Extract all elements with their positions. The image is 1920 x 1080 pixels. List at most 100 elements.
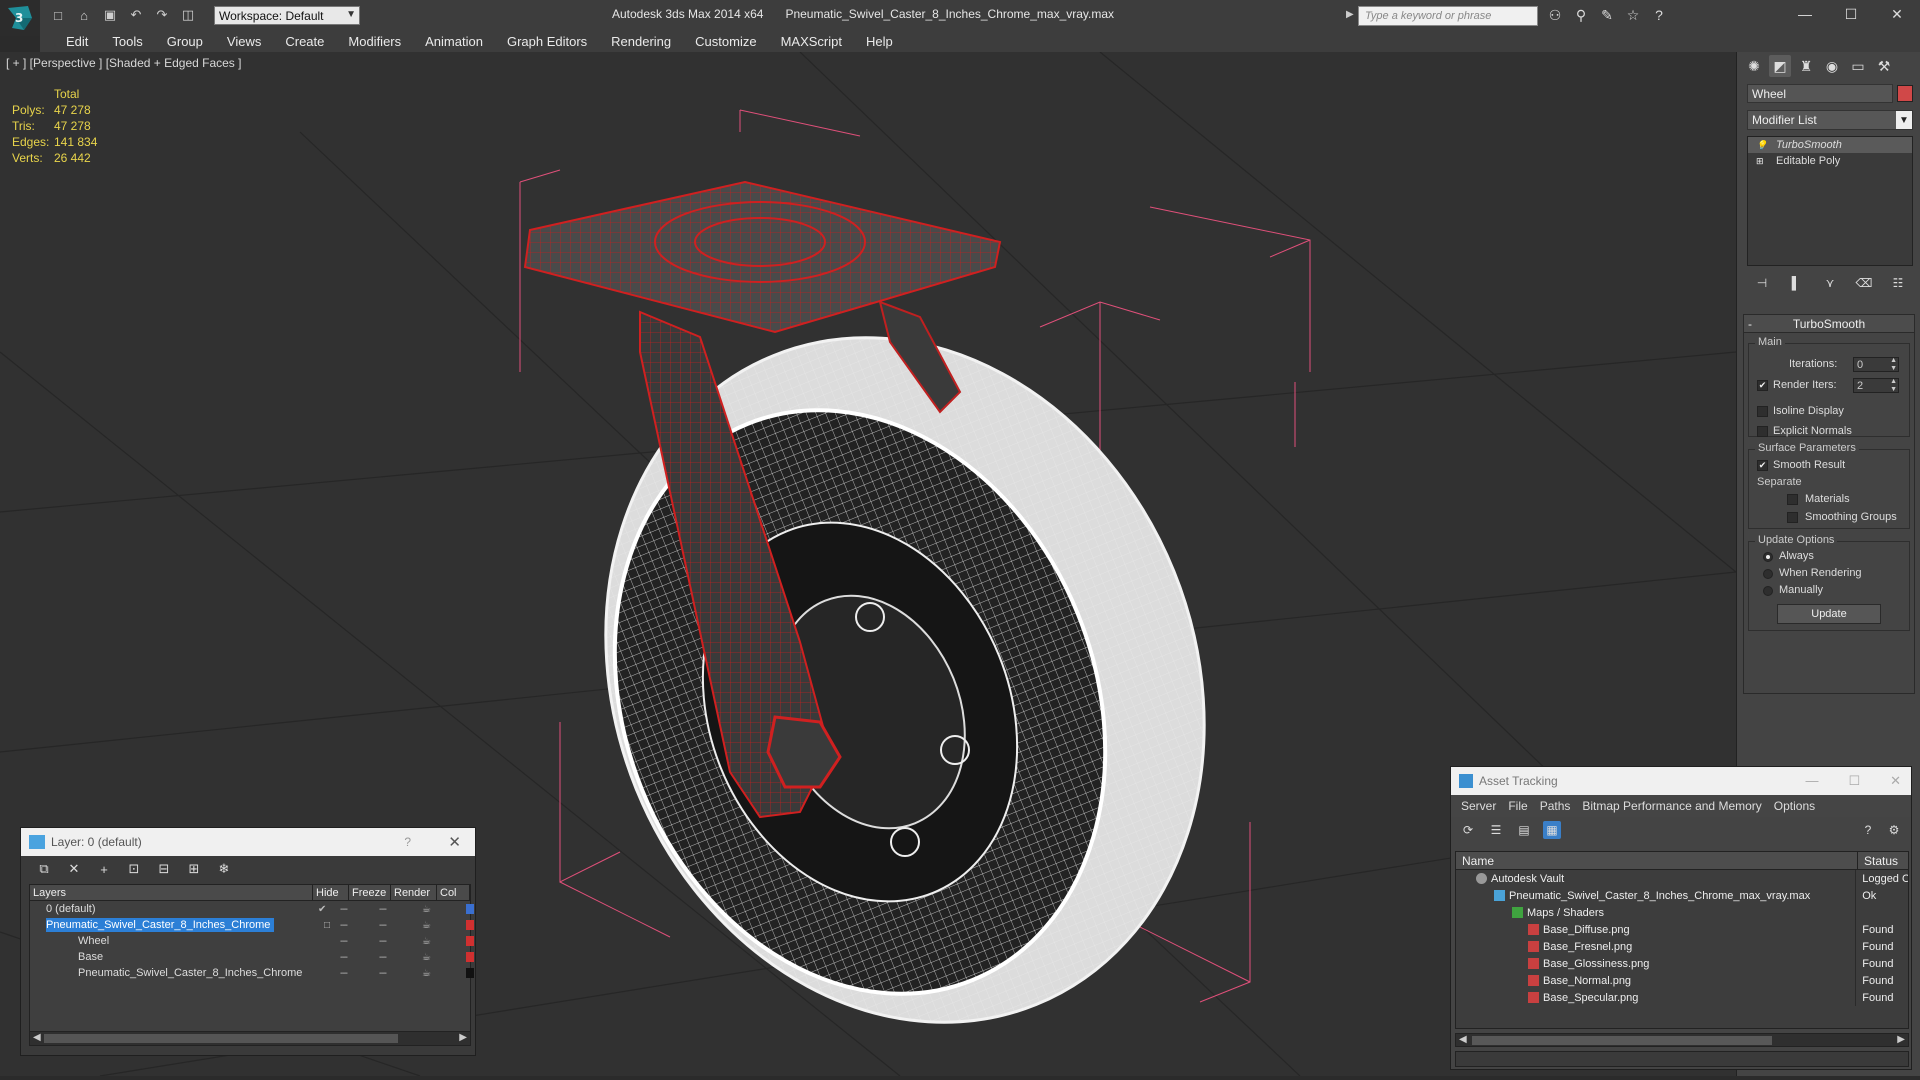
render-teapot-icon[interactable]: ☕ (422, 968, 431, 979)
select-objects-icon[interactable]: ⊡ (125, 860, 143, 878)
stack-item-editable-poly[interactable]: ⊞ Editable Poly (1748, 153, 1912, 169)
menu-group[interactable]: Group (155, 34, 215, 49)
scroll-right-icon[interactable]: ▶ (1897, 1034, 1905, 1045)
bulb-icon[interactable]: 💡 (1756, 140, 1768, 151)
layer-color-swatch[interactable] (466, 968, 474, 978)
close-icon[interactable]: ✕ (1874, 0, 1920, 28)
show-end-result-icon[interactable]: ▌ (1787, 274, 1805, 292)
communication-icon[interactable]: ✎ (1598, 6, 1616, 24)
column-layers[interactable]: Layers (30, 885, 313, 900)
project-folder-icon[interactable]: ◫ (178, 6, 198, 24)
layer-color-swatch[interactable] (466, 952, 474, 962)
explicit-normals-checkbox[interactable] (1757, 426, 1768, 437)
freeze-toggle[interactable]: --- (379, 968, 387, 979)
freeze-toggle[interactable]: --- (379, 952, 387, 963)
scroll-right-icon[interactable]: ▶ (459, 1032, 467, 1043)
smooth-result-checkbox[interactable]: ✔ (1757, 460, 1768, 471)
maximize-icon[interactable]: ☐ (1848, 773, 1860, 789)
scroll-left-icon[interactable]: ◀ (33, 1032, 41, 1043)
expand-plus-icon[interactable]: ⊞ (1756, 156, 1768, 167)
asset-menu-server[interactable]: Server (1455, 799, 1502, 813)
column-hide[interactable]: Hide (313, 885, 349, 900)
asset-menu-bitmap-performance[interactable]: Bitmap Performance and Memory (1576, 799, 1767, 813)
object-color-swatch[interactable] (1897, 85, 1913, 102)
menu-edit[interactable]: Edit (54, 34, 100, 49)
display-tab-icon[interactable]: ▭ (1847, 55, 1869, 77)
remove-modifier-icon[interactable]: ⌫ (1855, 274, 1873, 292)
asset-menu-file[interactable]: File (1502, 799, 1533, 813)
asset-row[interactable]: Maps / Shaders (1456, 904, 1908, 921)
menu-customize[interactable]: Customize (683, 34, 768, 49)
asset-row[interactable]: Base_Diffuse.png Found (1456, 921, 1908, 938)
menu-help[interactable]: Help (854, 34, 905, 49)
scrollbar-thumb[interactable] (1472, 1036, 1772, 1045)
layer-row[interactable]: Wheel --- --- ☕ (30, 933, 474, 949)
hierarchy-tab-icon[interactable]: ♜ (1795, 55, 1817, 77)
configure-sets-icon[interactable]: ☷ (1889, 274, 1907, 292)
close-icon[interactable]: ✕ (1890, 773, 1901, 789)
menu-rendering[interactable]: Rendering (599, 34, 683, 49)
minimize-icon[interactable]: — (1805, 773, 1818, 789)
freeze-toggle[interactable]: --- (379, 920, 387, 931)
motion-tab-icon[interactable]: ◉ (1821, 55, 1843, 77)
hide-all-icon[interactable]: ⊞ (185, 860, 203, 878)
new-file-icon[interactable]: □ (48, 6, 68, 24)
menu-create[interactable]: Create (273, 34, 336, 49)
layer-row[interactable]: Pneumatic_Swivel_Caster_8_Inches_Chrome … (30, 917, 474, 933)
active-check-icon[interactable]: ✔ (318, 904, 326, 915)
settings-icon[interactable]: ⚙ (1885, 821, 1903, 839)
menu-graph-editors[interactable]: Graph Editors (495, 34, 599, 49)
render-teapot-icon[interactable]: ☕ (422, 952, 431, 963)
undo-icon[interactable]: ↶ (126, 6, 146, 24)
hide-toggle[interactable]: --- (340, 920, 348, 931)
update-manually-radio[interactable] (1763, 586, 1773, 596)
help-icon[interactable]: ? (404, 835, 411, 849)
viewport-label[interactable]: [ + ] [Perspective ] [Shaded + Edged Fac… (6, 56, 241, 70)
update-always-radio[interactable] (1763, 552, 1773, 562)
column-render[interactable]: Render (391, 885, 437, 900)
save-icon[interactable]: ▣ (100, 6, 120, 24)
open-file-icon[interactable]: ⌂ (74, 6, 94, 24)
column-color[interactable]: Col (437, 885, 470, 900)
modify-tab-icon[interactable]: ◩ (1769, 55, 1791, 77)
rollout-header[interactable]: - TurboSmooth (1744, 315, 1914, 333)
asset-row[interactable]: Base_Normal.png Found (1456, 972, 1908, 989)
hide-toggle[interactable]: --- (340, 968, 348, 979)
spinner-arrows-icon[interactable]: ▲ ▼ (1890, 357, 1897, 373)
materials-checkbox[interactable] (1787, 494, 1798, 505)
isoline-display-checkbox[interactable] (1757, 406, 1768, 417)
asset-menu-options[interactable]: Options (1768, 799, 1821, 813)
asset-row[interactable]: Pneumatic_Swivel_Caster_8_Inches_Chrome_… (1456, 887, 1908, 904)
help-icon[interactable]: ? (1859, 821, 1877, 839)
current-layer-box-icon[interactable]: □ (324, 920, 330, 931)
scrollbar-thumb[interactable] (44, 1034, 398, 1043)
layer-window-titlebar[interactable]: Layer: 0 (default) ? ✕ (21, 828, 475, 856)
list-view-icon[interactable]: ☰ (1487, 821, 1505, 839)
create-layer-icon[interactable]: ⧉ (35, 860, 53, 878)
smoothing-groups-checkbox[interactable] (1787, 512, 1798, 523)
search-expand-icon[interactable]: ▶ (1346, 9, 1354, 20)
scroll-left-icon[interactable]: ◀ (1459, 1034, 1467, 1045)
minimize-icon[interactable]: — (1782, 0, 1828, 28)
layer-color-swatch[interactable] (466, 904, 474, 914)
close-icon[interactable]: ✕ (448, 833, 461, 851)
favorites-star-icon[interactable]: ☆ (1624, 6, 1642, 24)
render-teapot-icon[interactable]: ☕ (422, 936, 431, 947)
binoculars-icon[interactable]: ⚇ (1546, 6, 1564, 24)
update-when-rendering-radio[interactable] (1763, 569, 1773, 579)
asset-window-titlebar[interactable]: Asset Tracking — ☐ ✕ (1451, 767, 1911, 795)
stack-item-turbosmooth[interactable]: 💡 TurboSmooth (1748, 137, 1912, 153)
refresh-icon[interactable]: ⟳ (1459, 821, 1477, 839)
menu-maxscript[interactable]: MAXScript (769, 34, 854, 49)
layer-color-swatch[interactable] (466, 920, 474, 930)
thumbnail-view-icon[interactable]: ▤ (1515, 821, 1533, 839)
freeze-toggle[interactable]: --- (379, 936, 387, 947)
render-teapot-icon[interactable]: ☕ (422, 904, 431, 915)
asset-row[interactable]: Base_Fresnel.png Found (1456, 938, 1908, 955)
maximize-icon[interactable]: ☐ (1828, 0, 1874, 28)
add-to-layer-icon[interactable]: + (95, 860, 113, 878)
asset-row[interactable]: Autodesk Vault Logged O (1456, 870, 1908, 887)
asset-menu-paths[interactable]: Paths (1534, 799, 1577, 813)
layer-row[interactable]: Base --- --- ☕ (30, 949, 474, 965)
iterations-spinner[interactable]: 0 ▲ ▼ (1853, 357, 1899, 372)
